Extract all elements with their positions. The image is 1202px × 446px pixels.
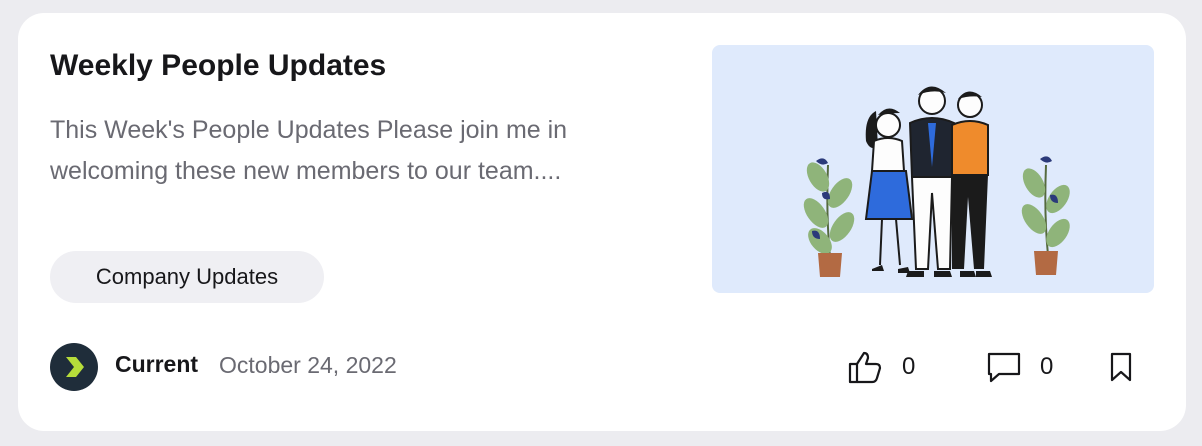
bookmark-button[interactable] [1108,346,1134,388]
left-plant [803,158,855,277]
author-name[interactable]: Current [115,351,198,378]
man-center-figure [906,86,956,277]
comment-count: 0 [1040,353,1054,380]
man-right-figure [951,91,992,277]
post-excerpt: This Week's People Updates Please join m… [50,116,568,185]
comment-icon [987,352,1021,383]
post-thumbnail[interactable] [712,45,1154,293]
post-title[interactable]: Weekly People Updates [50,49,386,83]
category-tag[interactable]: Company Updates [50,251,324,303]
comment-button[interactable]: 0 [986,346,1053,388]
post-card[interactable]: Weekly People Updates This Week's People… [18,13,1186,431]
bookmark-icon [1110,352,1132,382]
post-date: October 24, 2022 [219,352,397,378]
current-logo-icon [50,343,98,391]
woman-figure [864,108,914,273]
team-illustration [803,86,1070,277]
right-plant [1021,156,1070,275]
author-avatar[interactable] [50,343,98,391]
thumbs-up-icon [848,351,882,384]
like-count: 0 [902,353,916,380]
like-button[interactable]: 0 [848,346,915,388]
